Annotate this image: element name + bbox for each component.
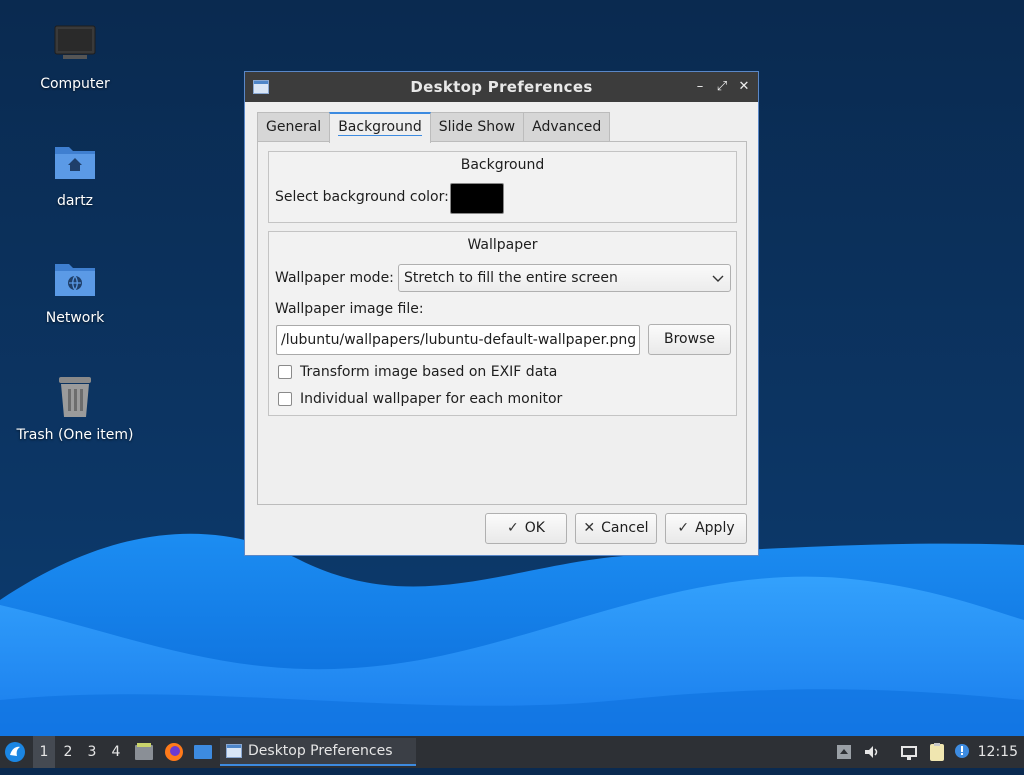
tab-label: Slide Show bbox=[438, 119, 516, 135]
desktop-icon-computer[interactable]: Computer bbox=[5, 22, 145, 92]
per-monitor-checkbox[interactable]: Individual wallpaper for each monitor bbox=[278, 391, 562, 407]
checkbox-label: Individual wallpaper for each monitor bbox=[300, 391, 563, 407]
window-icon bbox=[253, 80, 269, 94]
title-bar[interactable]: Desktop Preferences – ⤢ ✕ bbox=[245, 72, 758, 102]
taskbar: 1 2 3 4 Desktop Preferences 12:15 bbox=[0, 736, 1024, 768]
minimize-button[interactable]: – bbox=[692, 78, 708, 96]
wallpaper-file-label: Wallpaper image file: bbox=[275, 301, 424, 317]
checkbox-box[interactable] bbox=[278, 365, 292, 379]
update-notifier-icon[interactable] bbox=[953, 742, 973, 762]
show-desktop-icon[interactable] bbox=[193, 742, 213, 762]
exif-checkbox[interactable]: Transform image based on EXIF data bbox=[278, 364, 557, 380]
check-icon: ✓ bbox=[507, 520, 519, 536]
desktop-icon-home[interactable]: dartz bbox=[5, 139, 145, 209]
tab-label: Background bbox=[338, 119, 422, 136]
network-folder-icon bbox=[51, 256, 99, 304]
wallpaper-file-input[interactable]: /lubuntu/wallpapers/lubuntu-default-wall… bbox=[276, 325, 640, 355]
background-color-label: Select background color: bbox=[275, 189, 449, 205]
window-icon bbox=[226, 744, 242, 758]
wallpaper-mode-select[interactable]: Stretch to fill the entire screen bbox=[398, 264, 731, 292]
group-title: Background bbox=[460, 157, 545, 173]
taskbar-window-button[interactable]: Desktop Preferences bbox=[220, 738, 416, 766]
lubuntu-logo-icon bbox=[5, 742, 25, 762]
checkbox-label: Transform image based on EXIF data bbox=[300, 364, 558, 380]
computer-icon bbox=[51, 22, 99, 70]
clock[interactable]: 12:15 bbox=[978, 736, 1018, 768]
tab-background[interactable]: Background bbox=[329, 112, 431, 143]
desktop-preferences-dialog: Desktop Preferences – ⤢ ✕ General Backgr… bbox=[244, 71, 759, 556]
workspace-4[interactable]: 4 bbox=[105, 736, 127, 768]
desktop-icon-label: Trash (One item) bbox=[16, 427, 134, 443]
clipboard-icon[interactable] bbox=[927, 742, 947, 762]
trash-icon bbox=[51, 373, 99, 421]
desktop-icon-label: dartz bbox=[56, 193, 94, 209]
firefox-icon[interactable] bbox=[164, 742, 184, 762]
wallpaper-mode-label: Wallpaper mode: bbox=[275, 270, 394, 286]
cancel-button[interactable]: ✕ Cancel bbox=[575, 513, 657, 544]
start-menu-button[interactable] bbox=[4, 741, 26, 763]
background-tab-page: Background Select background color: Wall… bbox=[257, 141, 747, 505]
workspace-2[interactable]: 2 bbox=[57, 736, 79, 768]
group-title: Wallpaper bbox=[467, 237, 538, 253]
button-label: Apply bbox=[695, 520, 735, 536]
ok-button[interactable]: ✓ OK bbox=[485, 513, 567, 544]
tab-label: General bbox=[266, 119, 322, 135]
button-label: OK bbox=[524, 520, 545, 536]
network-icon[interactable] bbox=[899, 742, 919, 762]
maximize-button[interactable]: ⤢ bbox=[714, 78, 730, 96]
tab-slide-show[interactable]: Slide Show bbox=[429, 112, 525, 141]
desktop-icon-network[interactable]: Network bbox=[5, 256, 145, 326]
tab-general[interactable]: General bbox=[257, 112, 331, 141]
chevron-down-icon bbox=[712, 275, 724, 282]
tab-bar: General Background Slide Show Advanced bbox=[257, 112, 611, 143]
tray-up-arrow-icon[interactable] bbox=[834, 742, 854, 762]
window-title: Desktop Preferences bbox=[410, 78, 593, 96]
tab-advanced[interactable]: Advanced bbox=[523, 112, 611, 141]
wallpaper-group: Wallpaper Wallpaper mode: Stretch to fil… bbox=[268, 231, 737, 416]
desktop-icon-trash[interactable]: Trash (One item) bbox=[5, 373, 145, 443]
close-button[interactable]: ✕ bbox=[736, 78, 752, 96]
close-icon: ✕ bbox=[583, 520, 596, 536]
browse-button[interactable]: Browse bbox=[648, 324, 731, 355]
background-color-button[interactable] bbox=[450, 183, 504, 214]
button-label: Cancel bbox=[601, 520, 649, 536]
volume-icon[interactable] bbox=[862, 742, 882, 762]
workspace-3[interactable]: 3 bbox=[81, 736, 103, 768]
taskbar-window-label: Desktop Preferences bbox=[248, 743, 393, 759]
desktop-icon-label: Computer bbox=[40, 76, 110, 92]
tab-label: Advanced bbox=[532, 119, 602, 135]
file-manager-icon[interactable] bbox=[134, 742, 154, 762]
wallpaper-mode-value: Stretch to fill the entire screen bbox=[404, 270, 618, 286]
home-folder-icon bbox=[51, 139, 99, 187]
apply-button[interactable]: ✓ Apply bbox=[665, 513, 747, 544]
check-icon: ✓ bbox=[677, 520, 690, 536]
desktop-icon-label: Network bbox=[45, 310, 105, 326]
checkbox-box[interactable] bbox=[278, 392, 292, 406]
background-group: Background Select background color: bbox=[268, 151, 737, 223]
workspace-1[interactable]: 1 bbox=[33, 736, 55, 768]
